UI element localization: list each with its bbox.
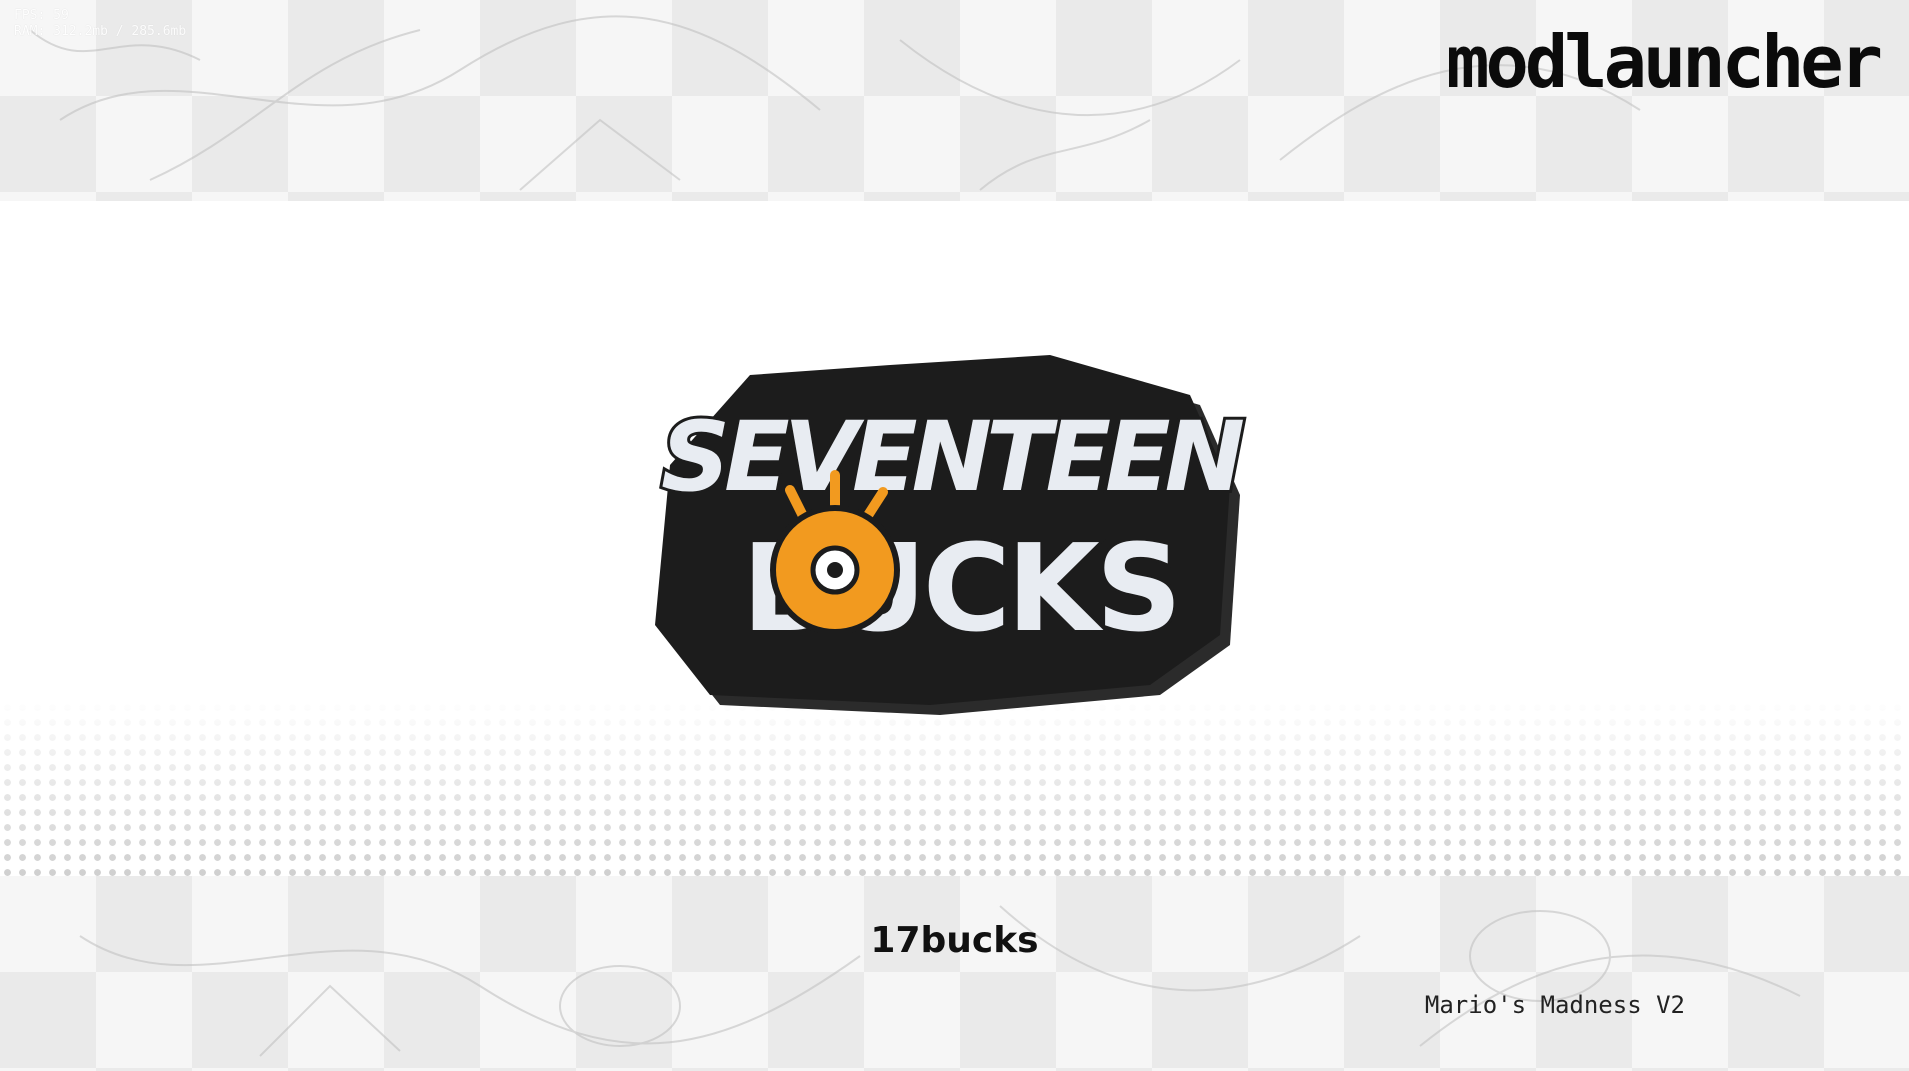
ram-line: RAM: 312.2mb / 285.6mb — [14, 24, 187, 39]
version-label: Mario's Madness V2 — [1424, 991, 1685, 1019]
logo-mascot-icon — [770, 470, 900, 635]
modlauncher-title: modlauncher — [1446, 20, 1883, 104]
halftone-dot-pattern — [0, 700, 1909, 876]
fps-line: FPS: 59 — [14, 8, 69, 23]
fps-counter: FPS: 59 RAM: 312.2mb / 285.6mb — [14, 8, 186, 40]
sketch-doodle-background — [79, 905, 1801, 1057]
bottom-checker-band — [0, 876, 1909, 1071]
logo-title-top: SEVENTEEN — [661, 401, 1244, 513]
mod-logo[interactable]: SEVENTEEN BUCKS — [640, 345, 1270, 725]
launcher-screen: FPS: 59 RAM: 312.2mb / 285.6mb modlaunch… — [0, 0, 1909, 1071]
mod-name-label: 17bucks — [870, 920, 1039, 961]
